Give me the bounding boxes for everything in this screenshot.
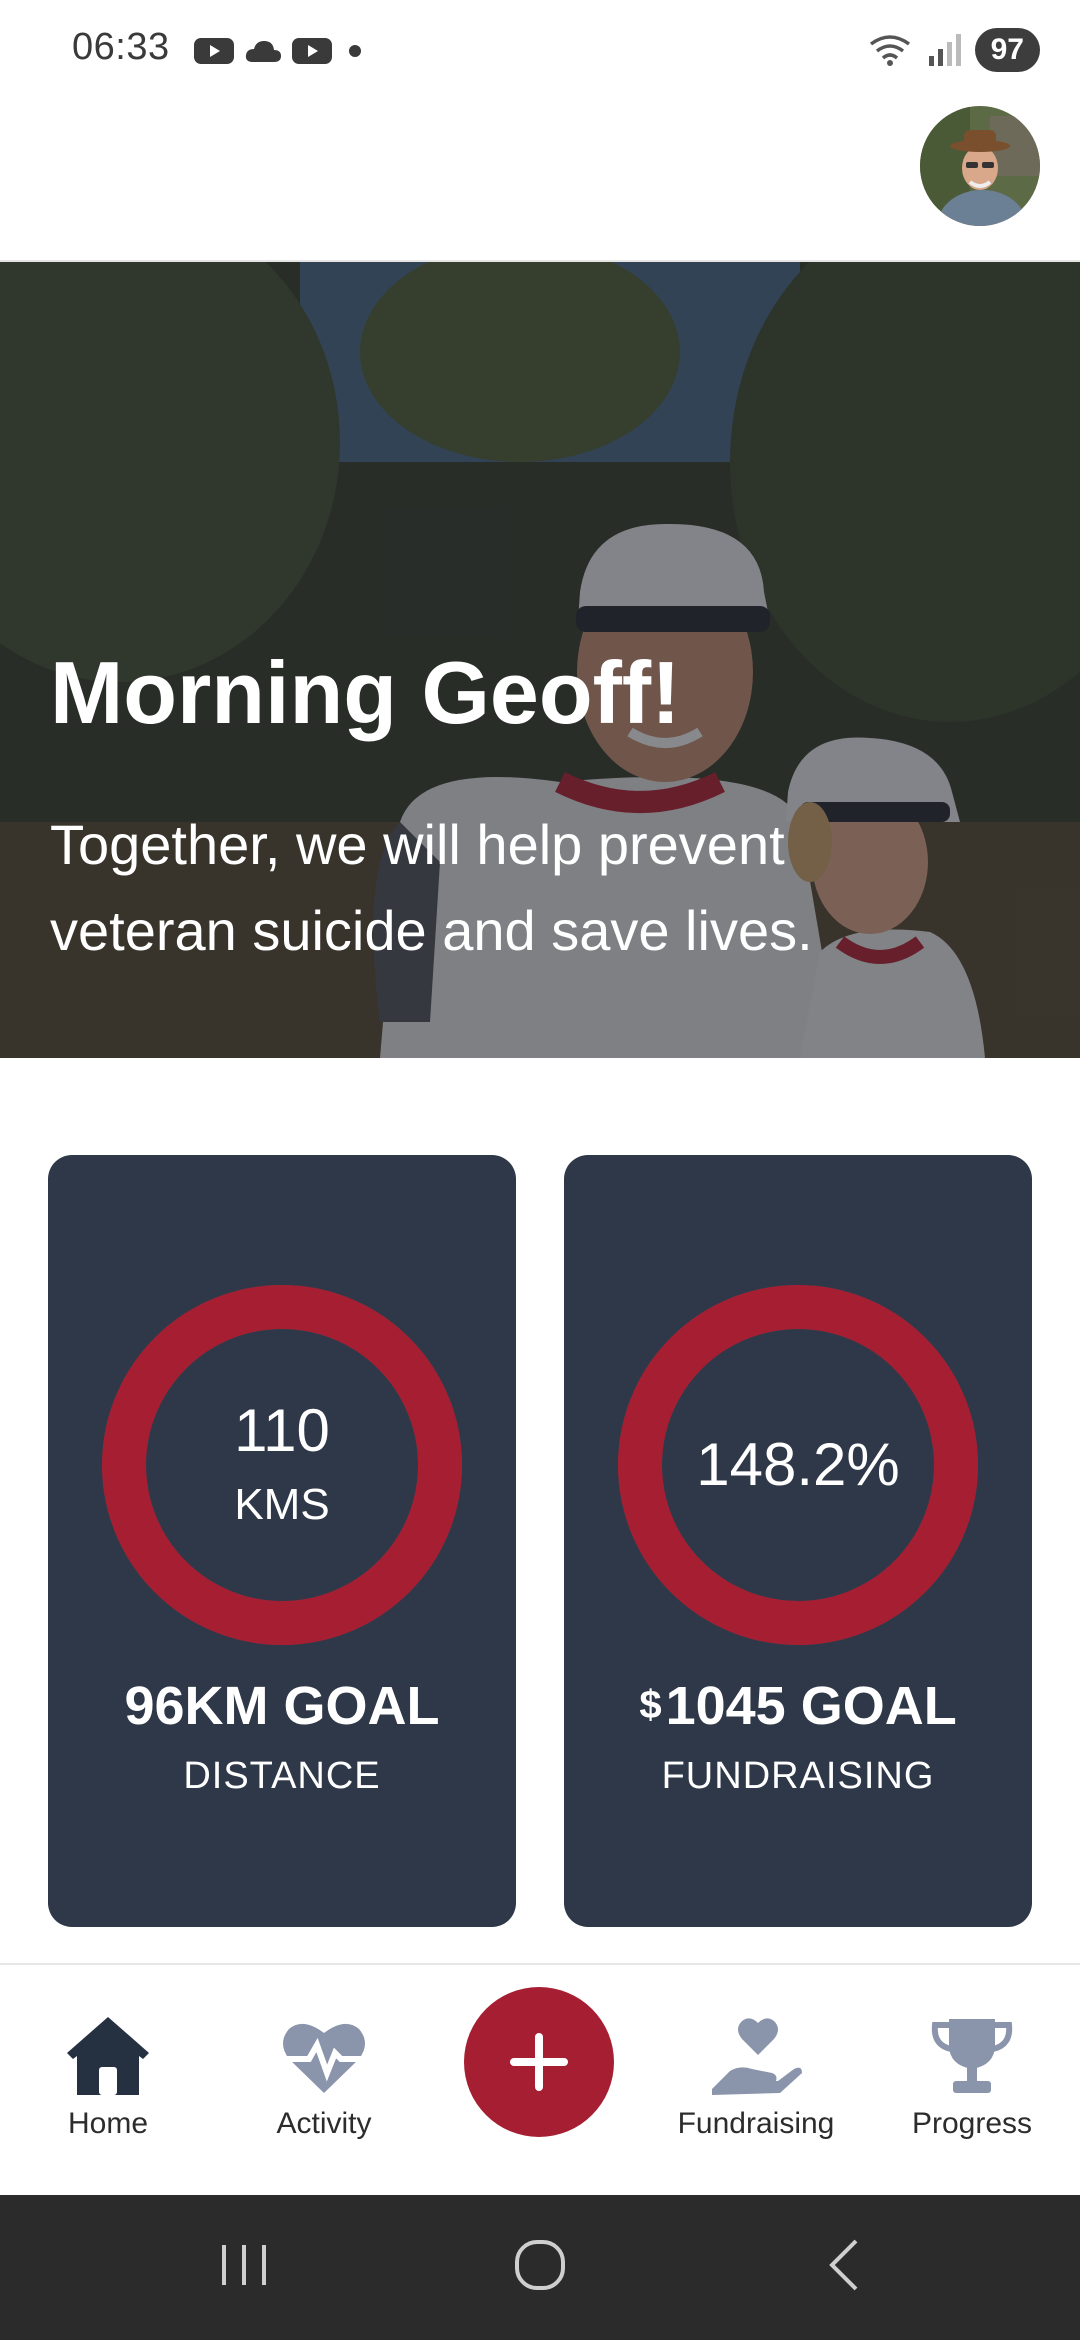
fundraising-goal: $1045 GOAL <box>564 1675 1032 1737</box>
bottom-navigation: Home Activity Fundraising Progress <box>0 1963 1080 2197</box>
nav-progress-label: Progress <box>911 2107 1033 2140</box>
hero-banner: Morning Geoff! Together, we will help pr… <box>0 262 1080 1058</box>
plus-icon <box>510 2033 568 2091</box>
distance-card[interactable]: 110 KMS 96KM GOAL DISTANCE <box>48 1155 516 1927</box>
nav-fundraising-label: Fundraising <box>677 2107 835 2140</box>
hero-subtitle: Together, we will help prevent veteran s… <box>50 813 813 962</box>
nav-fundraising[interactable]: Fundraising <box>648 2015 864 2141</box>
add-button[interactable] <box>464 1987 614 2137</box>
back-icon[interactable] <box>816 2235 876 2295</box>
trophy-icon <box>931 2019 1013 2093</box>
fundraising-label: FUNDRAISING <box>661 1755 935 1797</box>
distance-goal: 96KM GOAL <box>124 1676 440 1736</box>
wifi-icon <box>869 35 910 66</box>
distance-ring-text: 110 KMS <box>102 1285 462 1645</box>
fundraising-value: 148.2% <box>696 1431 900 1498</box>
cloud-icon <box>245 41 281 62</box>
home-system-icon[interactable] <box>510 2235 570 2295</box>
dot-icon <box>349 45 361 57</box>
status-bar: 06:33 97 <box>0 0 1080 104</box>
heart-pulse-icon <box>283 2023 365 2093</box>
notification-icons <box>194 36 368 66</box>
fundraising-ring-text: 148.2% <box>618 1285 978 1645</box>
status-time: 06:33 <box>72 26 170 68</box>
hand-heart-icon <box>712 2018 802 2095</box>
nav-activity-label: Activity <box>276 2107 372 2140</box>
distance-label: DISTANCE <box>183 1755 381 1797</box>
recent-apps-icon[interactable] <box>214 2235 274 2295</box>
fundraising-card[interactable]: 148.2% $1045 GOAL FUNDRAISING <box>564 1155 1032 1927</box>
home-icon <box>67 2017 149 2095</box>
hero-title: Morning Geoff! <box>50 643 681 742</box>
distance-value: 110 <box>234 1397 330 1464</box>
youtube-icon <box>292 38 332 64</box>
currency-symbol: $ <box>639 1683 662 1727</box>
battery-badge: 97 <box>974 28 1040 72</box>
avatar-image <box>920 106 1040 226</box>
nav-home-label: Home <box>67 2107 149 2140</box>
system-status-icons: 97 <box>867 28 1040 72</box>
profile-avatar[interactable] <box>920 106 1040 226</box>
youtube-icon <box>194 38 234 64</box>
nav-home[interactable]: Home <box>0 2015 216 2141</box>
signal-icon <box>928 34 961 66</box>
top-header <box>0 104 1080 262</box>
fundraising-goal-text: 1045 GOAL <box>665 1676 957 1736</box>
system-navigation-bar <box>0 2195 1080 2340</box>
distance-unit: KMS <box>234 1480 330 1529</box>
nav-activity[interactable]: Activity <box>216 2015 432 2141</box>
nav-progress[interactable]: Progress <box>864 2015 1080 2141</box>
